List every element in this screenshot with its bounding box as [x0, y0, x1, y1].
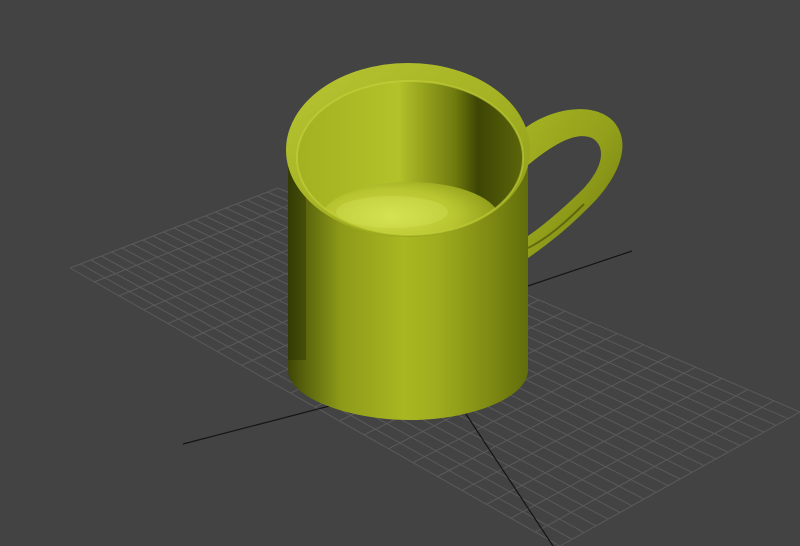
mug-handle [520, 109, 623, 258]
grid-line [559, 411, 800, 546]
grid-line [510, 389, 749, 519]
grid-line [535, 400, 775, 533]
grid-line [486, 377, 722, 505]
viewport-scene [69, 63, 800, 546]
mug-object[interactable] [286, 63, 623, 420]
3d-viewport[interactable] [0, 0, 800, 546]
